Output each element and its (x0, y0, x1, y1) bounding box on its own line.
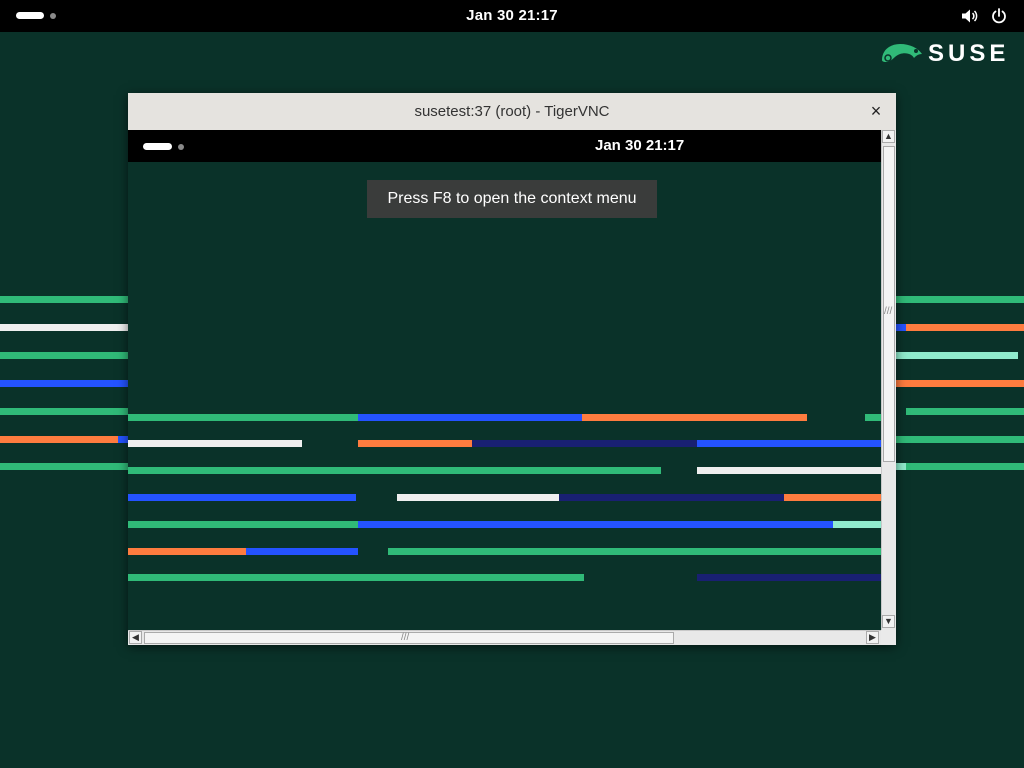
background-stripe (906, 408, 1024, 415)
remote-background-stripe (833, 521, 881, 528)
remote-background-stripe (697, 574, 881, 581)
background-stripe (896, 352, 1018, 359)
remote-top-bar: Jan 30 21:17 (128, 130, 881, 162)
background-stripe (906, 324, 1024, 331)
remote-background-stripe (128, 494, 356, 501)
remote-background-stripe (397, 494, 559, 501)
scroll-left-button[interactable]: ◀ (129, 631, 142, 644)
remote-background-stripe (358, 414, 582, 421)
background-stripe (0, 296, 128, 303)
remote-background-stripe (128, 548, 246, 555)
background-stripe (0, 380, 128, 387)
remote-background-stripe (697, 467, 881, 474)
chameleon-icon (882, 44, 922, 62)
horizontal-scrollbar-thumb[interactable]: /// (144, 632, 674, 644)
background-stripe (0, 324, 128, 331)
background-stripe (0, 436, 118, 443)
remote-background-stripe (697, 440, 881, 447)
remote-background-stripe (128, 414, 358, 421)
scrollbar-grip: /// (401, 632, 410, 643)
remote-background-stripe (472, 440, 697, 447)
suse-wordmark: SUSE (928, 40, 1010, 67)
remote-background-stripe (388, 548, 881, 555)
close-icon[interactable]: × (866, 101, 886, 121)
window-title: susetest:37 (root) - TigerVNC (414, 103, 610, 120)
background-stripe (896, 436, 1024, 443)
remote-background-stripe (128, 574, 584, 581)
scroll-right-button[interactable]: ▶ (866, 631, 879, 644)
remote-background-stripe (128, 467, 661, 474)
remote-background-stripe (784, 494, 881, 501)
scroll-down-button[interactable]: ▼ (882, 615, 895, 628)
vnc-window[interactable]: susetest:37 (root) - TigerVNC × Jan 30 2… (128, 93, 896, 645)
clock[interactable]: Jan 30 21:17 (0, 7, 1024, 24)
remote-workspace-indicator-active[interactable] (143, 143, 172, 150)
remote-background-stripe (128, 440, 302, 447)
remote-desktop-view[interactable]: Jan 30 21:17 Press F8 to open the contex… (128, 130, 881, 630)
horizontal-scrollbar[interactable]: ◀ /// ▶ (128, 630, 881, 645)
remote-background-stripe (865, 414, 881, 421)
scroll-up-button[interactable]: ▲ (882, 130, 895, 143)
power-icon[interactable] (990, 8, 1008, 24)
background-stripe (906, 463, 1024, 470)
vertical-scrollbar-thumb[interactable]: /// (883, 146, 895, 462)
background-stripe (896, 296, 1024, 303)
remote-clock[interactable]: Jan 30 21:17 (595, 137, 684, 154)
remote-background-stripe (358, 440, 472, 447)
remote-background-stripe (358, 521, 833, 528)
background-stripe (118, 436, 128, 443)
remote-background-stripe (128, 521, 358, 528)
background-stripe (0, 352, 128, 359)
remote-background-stripe (246, 548, 358, 555)
window-titlebar[interactable]: susetest:37 (root) - TigerVNC × (128, 93, 896, 131)
background-stripe (896, 380, 1024, 387)
remote-workspace-indicator[interactable] (178, 144, 184, 150)
background-stripe (896, 463, 906, 470)
top-bar: Jan 30 21:17 (0, 0, 1024, 32)
context-menu-notice: Press F8 to open the context menu (367, 180, 657, 218)
volume-icon[interactable] (961, 8, 979, 24)
scrollbar-grip: /// (884, 306, 893, 317)
remote-background-stripe (559, 494, 784, 501)
background-stripe (0, 463, 128, 470)
vertical-scrollbar[interactable]: ▲ /// ▼ (881, 130, 896, 630)
background-stripe (896, 324, 906, 331)
background-stripe (0, 408, 128, 415)
remote-background-stripe (582, 414, 807, 421)
